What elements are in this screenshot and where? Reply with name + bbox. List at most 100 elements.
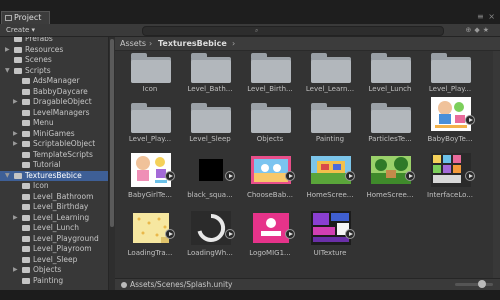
asset-interfacelo[interactable]: InterfaceLo...: [421, 149, 479, 207]
expand-play-icon[interactable]: [405, 171, 415, 181]
sidebar-item-templatescripts[interactable]: TemplateScripts: [0, 150, 108, 160]
expand-play-icon[interactable]: [345, 229, 355, 239]
sidebar-item-level-playroom[interactable]: Level_Playroom: [0, 244, 108, 254]
asset-level-sleep[interactable]: Level_Sleep: [181, 93, 239, 151]
sidebar-item-level-bathroom[interactable]: Level_Bathroom: [0, 192, 108, 202]
folder-icon: [251, 103, 291, 133]
sidebar-item-label: Icon: [33, 181, 49, 190]
sidebar-item-resources[interactable]: ▶ Resources: [0, 45, 108, 55]
sidebar-item-level-birthday[interactable]: Level_Birthday: [0, 202, 108, 212]
sidebar-item-adsmanager[interactable]: AdsManager: [0, 76, 108, 86]
folder-expand-arrow-icon[interactable]: ▶: [13, 213, 18, 223]
sidebar-item-label: Scenes: [25, 55, 52, 64]
asset-uitexture[interactable]: UITexture: [301, 207, 359, 265]
sidebar-item-babbydaycare[interactable]: BabbyDaycare: [0, 87, 108, 97]
sidebar-item-level-learning[interactable]: ▶ Level_Learning: [0, 213, 108, 223]
asset-name: Level_Sleep: [189, 135, 231, 143]
scrollbar-thumb[interactable]: [110, 39, 114, 227]
folder-icon: [14, 46, 22, 53]
folder-expand-arrow-icon[interactable]: ▶: [13, 139, 18, 149]
asset-objects[interactable]: Objects: [241, 93, 299, 151]
expand-play-icon[interactable]: [465, 171, 475, 181]
toolbar-filter-icons[interactable]: ⊕◆★: [465, 24, 492, 36]
expand-play-icon[interactable]: [225, 171, 235, 181]
search-input[interactable]: ⌕: [142, 26, 444, 36]
sidebar-item-texturesbebice[interactable]: ▼ TexturesBebice: [0, 170, 108, 181]
folder-icon: [22, 162, 30, 168]
folder-expand-arrow-icon[interactable]: ▼: [5, 171, 10, 181]
sidebar-item-scenes[interactable]: Scenes: [0, 55, 108, 65]
sidebar-item-level-sleep[interactable]: Level_Sleep: [0, 255, 108, 265]
sidebar-item-label: Objects: [33, 265, 62, 274]
folder-expand-arrow-icon[interactable]: ▶: [5, 45, 10, 55]
zoom-slider-handle[interactable]: [478, 280, 486, 288]
breadcrumb-current[interactable]: TexturesBebice: [158, 37, 227, 50]
sidebar-item-level-playground[interactable]: Level_Playground: [0, 234, 108, 244]
asset-name: BabyGirlTe...: [128, 191, 172, 199]
asset-loadingtra[interactable]: LoadingTra...: [121, 207, 179, 265]
asset-name: Level_Birth...: [247, 85, 293, 93]
texture-thumbnail: [251, 211, 291, 245]
zoom-slider[interactable]: [455, 283, 493, 286]
expand-play-icon[interactable]: [165, 229, 175, 239]
sidebar-item-icon[interactable]: Icon: [0, 181, 108, 191]
asset-particleste[interactable]: ParticlesTe...: [361, 93, 419, 151]
asset-name: InterfaceLo...: [427, 191, 473, 199]
texture-thumbnail: [131, 211, 171, 245]
asset-level-play[interactable]: Level_Play...: [121, 93, 179, 151]
folder-icon: [311, 103, 351, 133]
sidebar-item-label: Level_Birthday: [33, 202, 89, 211]
asset-choosebab[interactable]: ChooseBab...: [241, 149, 299, 207]
folder-expand-arrow-icon[interactable]: ▶: [13, 265, 18, 275]
tab-project[interactable]: Project: [1, 11, 50, 24]
folder-icon: [14, 67, 22, 74]
folder-icon: [22, 256, 30, 263]
expand-play-icon[interactable]: [345, 171, 355, 181]
scene-icon: [121, 282, 127, 288]
sidebar-item-painting[interactable]: Painting: [0, 276, 108, 286]
folder-icon: [431, 53, 471, 83]
sidebar-item-label: ScriptableObject: [33, 139, 96, 148]
expand-play-icon[interactable]: [285, 171, 295, 181]
folder-icon: [191, 103, 231, 133]
folder-icon: [22, 235, 30, 242]
sidebar-item-objects[interactable]: ▶ Objects: [0, 265, 108, 275]
project-icon: [5, 15, 12, 21]
asset-babyboyte[interactable]: BabyBoyTe...: [421, 93, 479, 151]
folder-icon: [22, 88, 30, 95]
folder-tree-scrollbar[interactable]: [108, 37, 115, 290]
breadcrumb-separator: ›: [232, 39, 236, 48]
sidebar-item-tutorial[interactable]: Tutorial: [0, 160, 108, 170]
sidebar-item-level-lunch[interactable]: Level_Lunch: [0, 223, 108, 233]
sidebar-item-dragableobject[interactable]: ▶ DragableObject: [0, 97, 108, 107]
asset-painting[interactable]: Painting: [301, 93, 359, 151]
sidebar-item-prefabs[interactable]: Prefabs: [0, 37, 108, 44]
expand-play-icon[interactable]: [285, 229, 295, 239]
asset-name: LoadingWh...: [187, 249, 233, 257]
asset-homescree[interactable]: HomeScree...: [301, 149, 359, 207]
sidebar-item-scripts[interactable]: ▼ Scripts: [0, 66, 108, 76]
folder-expand-arrow-icon[interactable]: ▶: [13, 129, 18, 139]
asset-logomig1[interactable]: LogoMIG1...: [241, 207, 299, 265]
expand-play-icon[interactable]: [465, 115, 475, 125]
folder-icon: [371, 53, 411, 83]
sidebar-item-scriptableobject[interactable]: ▶ ScriptableObject: [0, 139, 108, 149]
sidebar-item-label: Painting: [33, 275, 64, 285]
sidebar-item-minigames[interactable]: ▶ MiniGames: [0, 129, 108, 139]
window-controls[interactable]: ≡ ×: [477, 12, 496, 21]
sidebar-item-levelmanagers[interactable]: LevelManagers: [0, 108, 108, 118]
expand-play-icon[interactable]: [225, 229, 235, 239]
breadcrumb-assets[interactable]: Assets: [120, 37, 146, 50]
asset-loadingwh[interactable]: LoadingWh...: [181, 207, 239, 265]
asset-name: Painting: [315, 135, 345, 143]
folder-expand-arrow-icon[interactable]: ▶: [13, 97, 18, 107]
asset-homescree[interactable]: HomeScree...: [361, 149, 419, 207]
folder-icon: [22, 109, 30, 116]
asset-black-squa[interactable]: black_squa...: [181, 149, 239, 207]
create-dropdown[interactable]: Create ▾: [6, 24, 35, 36]
folder-icon: [22, 277, 30, 284]
folder-expand-arrow-icon[interactable]: ▼: [5, 66, 10, 76]
sidebar-item-menu[interactable]: Menu: [0, 118, 108, 128]
asset-babygirlte[interactable]: BabyGirlTe...: [121, 149, 179, 207]
expand-play-icon[interactable]: [165, 171, 175, 181]
